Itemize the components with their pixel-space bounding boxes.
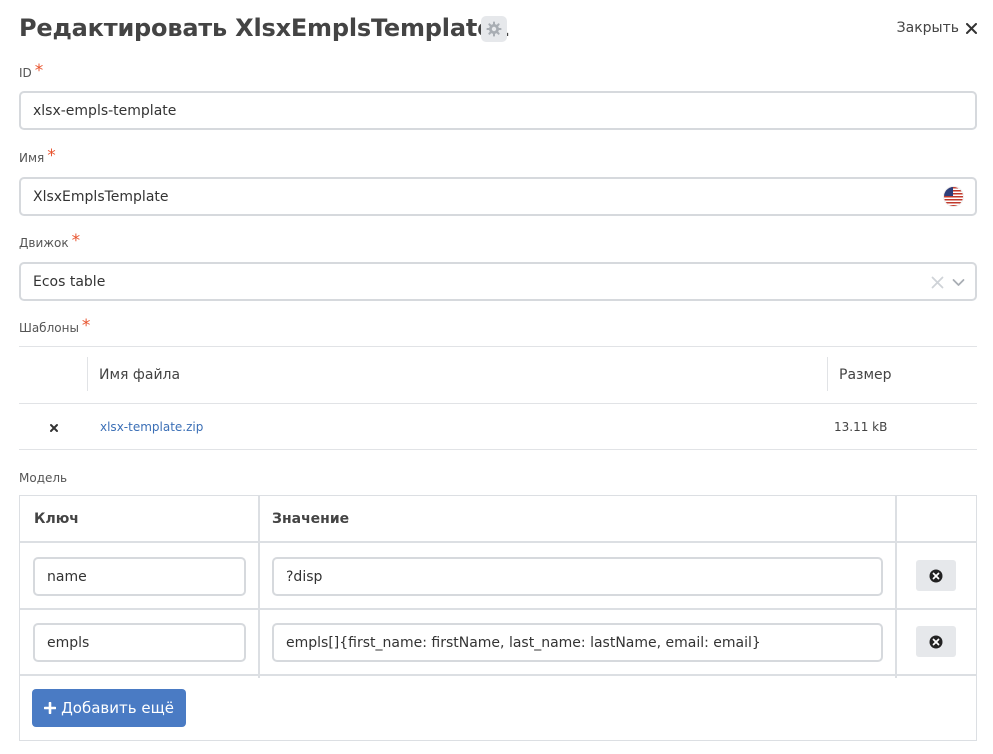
add-row-label: Добавить ещё — [61, 699, 174, 717]
engine-label: Движок * — [19, 231, 81, 251]
name-input[interactable]: XlsxEmplsTemplate — [19, 177, 977, 216]
engine-select[interactable]: Ecos table — [19, 262, 977, 301]
column-file-name: Имя файла — [99, 367, 181, 383]
close-label: Закрыть — [896, 20, 959, 36]
templates-label: Шаблоны * — [19, 316, 91, 336]
id-input[interactable]: xlsx-empls-template — [19, 91, 977, 130]
remove-circle-icon — [929, 635, 943, 648]
id-label: ID * — [19, 61, 44, 81]
remove-circle-icon — [929, 569, 943, 582]
required-mark: * — [71, 231, 81, 251]
plus-icon — [44, 702, 57, 714]
select-controls — [931, 272, 965, 292]
required-mark: * — [34, 61, 44, 81]
gear-icon — [486, 21, 502, 37]
us-flag-icon[interactable] — [944, 187, 963, 206]
model-row: empls empls[]{first_name: firstName, las… — [20, 610, 976, 676]
model-row: name ?disp — [20, 544, 976, 610]
file-row: xlsx-template.zip 13.11 kB — [19, 404, 977, 450]
column-divider — [87, 357, 88, 391]
remove-icon — [50, 423, 58, 432]
files-header-row: Имя файла Размер — [19, 347, 977, 404]
remove-file-button[interactable] — [49, 404, 59, 450]
page-title: Редактировать XlsxEmplsTemplate1 — [19, 14, 510, 42]
id-value: xlsx-empls-template — [33, 102, 177, 119]
value-input[interactable]: ?disp — [272, 557, 883, 596]
model-header-row: Ключ Значение — [20, 496, 976, 543]
engine-value: Ecos table — [33, 273, 106, 290]
name-label: Имя * — [19, 146, 56, 166]
required-mark: * — [81, 316, 91, 336]
column-key: Ключ — [34, 511, 79, 527]
name-value: XlsxEmplsTemplate — [33, 188, 169, 205]
add-row-button[interactable]: Добавить ещё — [32, 689, 186, 727]
file-size: 13.11 kB — [834, 420, 888, 434]
file-link[interactable]: xlsx-template.zip — [100, 404, 203, 450]
key-input[interactable]: empls — [33, 623, 246, 662]
close-icon — [966, 22, 977, 34]
modal-header: Редактировать XlsxEmplsTemplate1 Закрыть — [19, 10, 977, 46]
files-table: Имя файла Размер xlsx-template.zip 13.11… — [19, 346, 977, 450]
remove-row-button[interactable] — [916, 560, 956, 591]
settings-button[interactable] — [481, 16, 507, 42]
key-input[interactable]: name — [33, 557, 246, 596]
model-table: Ключ Значение name ?disp empls empls[]{f… — [19, 495, 977, 741]
column-size: Размер — [839, 367, 892, 383]
clear-icon[interactable] — [931, 276, 944, 289]
required-mark: * — [47, 146, 56, 166]
value-input[interactable]: empls[]{first_name: firstName, last_name… — [272, 623, 883, 662]
chevron-down-icon[interactable] — [952, 276, 965, 289]
remove-row-button[interactable] — [916, 626, 956, 657]
model-label: Модель — [19, 471, 68, 485]
close-button[interactable]: Закрыть — [897, 17, 977, 39]
column-value: Значение — [272, 511, 350, 527]
column-divider — [827, 357, 828, 391]
